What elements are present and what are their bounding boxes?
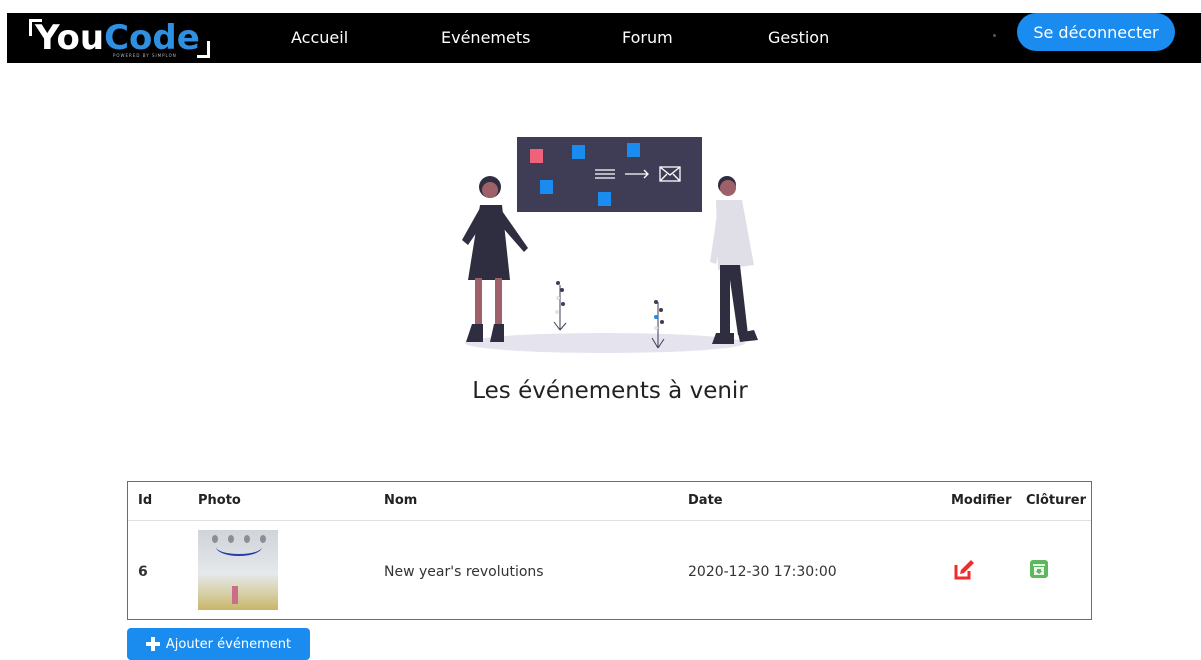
header-modify: Modifier [951, 493, 1012, 508]
sticky-note [572, 145, 585, 159]
header-close: Clôturer [1026, 493, 1087, 508]
page-title: Les événements à venir [472, 378, 748, 404]
plant-right [651, 300, 665, 349]
man-figure [710, 176, 758, 344]
plus-icon [145, 637, 160, 651]
add-event-button[interactable]: Ajouter événement [127, 628, 310, 660]
sticky-note [540, 180, 553, 194]
edit-icon[interactable] [953, 559, 975, 581]
header-name: Nom [384, 493, 418, 508]
header-photo: Photo [198, 493, 241, 508]
events-table: Id Photo Nom Date Modifier Clôturer 6 Ne… [127, 481, 1092, 620]
nav-link-gestion[interactable]: Gestion [768, 28, 829, 47]
row-name: New year's revolutions [384, 564, 544, 580]
header-date: Date [688, 493, 723, 508]
archive-icon[interactable] [1030, 560, 1048, 578]
logo-tagline: POWERED BY SIMPLON [113, 53, 177, 58]
youcode-logo[interactable]: YouCode POWERED BY SIMPLON [29, 15, 210, 61]
nav-link-evenements[interactable]: Evénemets [441, 28, 530, 47]
plant-left [553, 281, 567, 331]
row-id: 6 [138, 564, 148, 580]
sticky-note [627, 143, 640, 157]
sticky-note [530, 149, 543, 163]
nav-separator-dot [993, 34, 996, 37]
sticky-note [598, 192, 611, 206]
photo-post [232, 586, 238, 604]
logo-corner-top-left [29, 19, 42, 36]
logout-button[interactable]: Se déconnecter [1017, 13, 1175, 51]
logo-corner-bottom-right [197, 41, 210, 58]
navbar: YouCode POWERED BY SIMPLON Accueil Evéne… [7, 13, 1201, 63]
logo-text-you: You [35, 18, 105, 58]
nav-link-forum[interactable]: Forum [622, 28, 673, 47]
event-photo[interactable] [198, 530, 278, 610]
photo-garland [216, 538, 262, 556]
add-event-label: Ajouter événement [165, 636, 292, 652]
table-header: Id Photo Nom Date Modifier Clôturer [128, 482, 1091, 521]
header-id: Id [138, 493, 153, 508]
logo-text-code: Code [104, 18, 200, 58]
presentation-illustration [462, 137, 758, 353]
nav-link-accueil[interactable]: Accueil [291, 28, 348, 47]
ground-shadow [465, 333, 745, 353]
row-date: 2020-12-30 17:30:00 [688, 564, 837, 580]
